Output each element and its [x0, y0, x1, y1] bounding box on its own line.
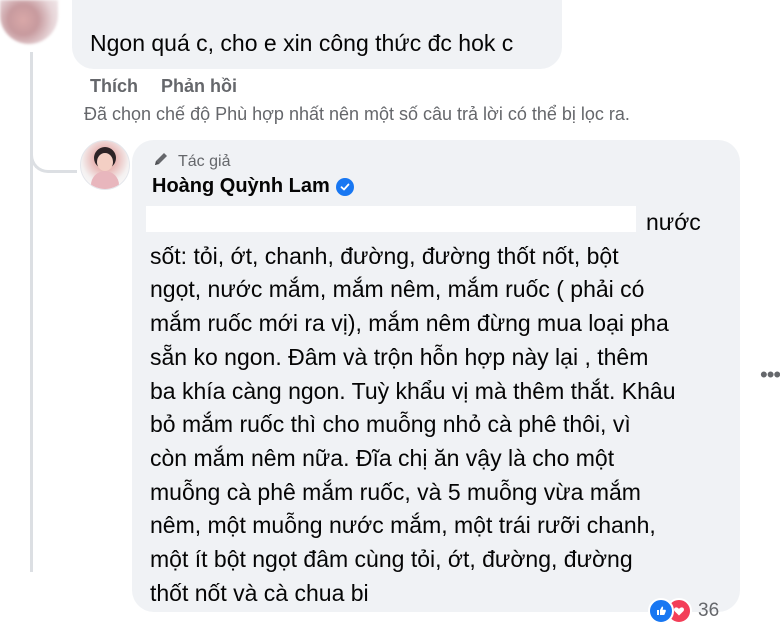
avatar-face — [97, 153, 113, 171]
like-reaction-icon — [648, 598, 674, 624]
reply-line: một ít bột ngọt đâm cùng tỏi, ớt, đường,… — [150, 546, 633, 573]
reply-line: thốt nốt và cà chua bi — [150, 579, 369, 606]
filter-note: Đã chọn chế độ Phù hợp nhất nên một số c… — [84, 104, 630, 124]
comment-text: Ngon quá c, cho e xin công thức đc hok c — [90, 30, 514, 56]
reply-line: mắm ruốc mới ra vị), mắm nêm đừng mua lo… — [150, 310, 669, 337]
thread-connector — [30, 128, 77, 173]
author-tag-label: Tác giả — [178, 152, 231, 170]
comment-actions: Thích Phản hồi — [90, 76, 255, 97]
author-avatar[interactable] — [80, 140, 130, 190]
verified-badge-icon — [335, 177, 354, 196]
author-tag: Tác giả — [152, 150, 230, 173]
author-name[interactable]: Hoàng Quỳnh Lam — [152, 175, 354, 198]
reply-line: sốt: tỏi, ớt, chanh, đường, đường thốt n… — [150, 242, 619, 269]
pencil-icon — [152, 150, 170, 173]
reply-line: sẵn ko ngon. Đâm và trộn hỗn hợp này lại… — [150, 343, 649, 370]
reply-line: nêm, một muỗng nước mắm, một trái rưỡi c… — [150, 512, 656, 539]
reply-line: còn mắm nêm nữa. Đĩa chị ăn vậy là cho m… — [150, 444, 615, 471]
reaction-count: 36 — [698, 600, 720, 621]
reply-line: nước — [646, 209, 701, 235]
more-options-icon[interactable]: ••• — [760, 362, 780, 388]
reply-line: ba khía càng ngon. Tuỳ khẩu vị mà thêm t… — [150, 377, 676, 404]
reply-text: nước sốt: tỏi, ớt, chanh, đường, đường t… — [150, 206, 710, 610]
reply-line: bỏ mắm ruốc thì cho muỗng nhỏ cà phê thô… — [150, 411, 631, 438]
reaction-summary[interactable]: 36 — [648, 598, 719, 624]
commenter-avatar[interactable] — [0, 0, 58, 44]
author-name-label[interactable]: Hoàng Quỳnh Lam — [152, 175, 330, 198]
avatar-dress — [91, 171, 119, 189]
reply-button[interactable]: Phản hồi — [161, 76, 237, 96]
like-button[interactable]: Thích — [90, 76, 138, 96]
reply-line: muỗng cà phê mắm ruốc, và 5 muỗng vừa mắ… — [150, 478, 641, 505]
reply-line: ngọt, nước mắm, mắm nêm, mắm ruốc ( phải… — [150, 276, 645, 303]
